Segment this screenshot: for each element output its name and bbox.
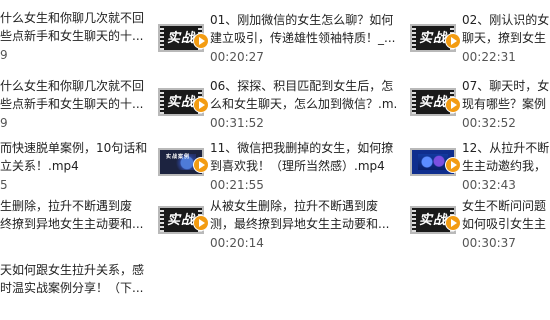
video-duration: 00:22:31 [462, 50, 516, 64]
video-title: 生删除，拉升不断遇到废 [0, 199, 133, 213]
video-title: 天如何跟女生拉升关系，感 [0, 263, 145, 277]
play-icon [194, 98, 208, 112]
video-title: 女生不断问问题 [462, 199, 547, 213]
video-title-line2: 些点新手和女生聊天的十... [0, 29, 144, 43]
video-title-line2: 如何吸引女生主 [462, 217, 547, 231]
video-title: 02、刚认识的女 [462, 13, 550, 27]
video-title-line2: 终撩到异地女生主动要和... [0, 217, 144, 231]
play-icon [446, 158, 460, 172]
thumbnail-logo: 实战 [418, 213, 447, 228]
list-item[interactable]: 实战 06、探探、积目匹配到女生后，怎 么和女生聊天，怎么加到微信？.m... … [158, 78, 398, 132]
thumbnail-logo: 实战案例 [166, 154, 196, 170]
list-item[interactable]: 实战 从被女生删除，拉升不断遇到废 测，最终撩到异地女生主动要和... 00:2… [158, 198, 398, 252]
video-title-line2: 生主动邀约我， [462, 159, 547, 173]
thumbnail-logo: 实战 [418, 31, 447, 46]
list-item[interactable]: 什么女生和你聊几次就不回 些点新手和女生聊天的十... 9 [0, 10, 150, 66]
play-icon [194, 216, 208, 230]
video-title: 什么女生和你聊几次就不回 [0, 79, 145, 93]
list-item[interactable]: 实战 02、刚认识的女 聊天，撩到女生 00:22:31 [410, 12, 550, 66]
thumbnail-logo: 实战 [166, 213, 195, 228]
thumbnail-logo: 实战 [166, 31, 195, 46]
video-title-line2: 时温实战案例分享！（下... [0, 281, 144, 295]
video-duration: 9 [0, 116, 8, 130]
video-title: 01、刚加微信的女生怎么聊？如何 [210, 13, 394, 27]
play-icon [446, 98, 460, 112]
list-item[interactable]: 实战 07、聊天时，女 现有哪些？案例 00:32:52 [410, 78, 550, 132]
video-title-line2: 么和女生聊天，怎么加到微信？.m... [210, 97, 396, 111]
list-item[interactable]: 实战 女生不断问问题 如何吸引女生主 00:30:37 [410, 198, 550, 252]
video-title: 06、探探、积目匹配到女生后，怎 [210, 79, 394, 93]
video-duration: 9 [0, 48, 8, 62]
video-duration: 00:21:55 [210, 178, 264, 192]
video-duration: 00:20:14 [210, 236, 264, 250]
list-item[interactable]: 天如何跟女生拉升关系，感 时温实战案例分享！（下... [0, 262, 150, 302]
video-duration: 00:30:37 [462, 236, 516, 250]
video-title-line2: 些点新手和女生聊天的十... [0, 97, 144, 111]
video-title-line2: 到喜欢我！（理所当然感）.mp4 [210, 159, 385, 173]
list-item[interactable]: 而快速脱单案例，10句话和 立关系！.mp4 5 [0, 140, 150, 196]
video-duration: 00:32:52 [462, 116, 516, 130]
video-title: 11、微信把我删掉的女生，如何撩 [210, 141, 394, 155]
video-title-line2: 测，最终撩到异地女生主动要和... [210, 217, 390, 231]
video-title-line2: 立关系！.mp4 [0, 159, 79, 173]
thumbnail-logo: 实战 [418, 95, 447, 110]
video-duration: 00:31:52 [210, 116, 264, 130]
video-title-line2: 现有哪些？案例 [462, 97, 547, 111]
play-icon [446, 216, 460, 230]
video-title-line2: 建立吸引，传递雄性领袖特质！_... [210, 31, 396, 45]
thumbnail-graphic [418, 154, 448, 170]
play-icon [194, 158, 208, 172]
video-duration: 5 [0, 178, 8, 192]
list-item[interactable]: 实战 01、刚加微信的女生怎么聊？如何 建立吸引，传递雄性领袖特质！_... 0… [158, 12, 398, 66]
video-title: 07、聊天时，女 [462, 79, 550, 93]
play-icon [446, 34, 460, 48]
list-item[interactable]: 生删除，拉升不断遇到废 终撩到异地女生主动要和... [0, 198, 150, 238]
video-title-line2: 聊天，撩到女生 [462, 31, 547, 45]
video-duration: 00:32:43 [462, 178, 516, 192]
thumbnail-logo: 实战 [166, 95, 195, 110]
list-item[interactable]: 什么女生和你聊几次就不回 些点新手和女生聊天的十... 9 [0, 78, 150, 134]
video-title: 从被女生删除，拉升不断遇到废 [210, 199, 379, 213]
video-duration: 00:20:27 [210, 50, 264, 64]
video-title: 什么女生和你聊几次就不回 [0, 11, 145, 25]
video-title: 而快速脱单案例，10句话和 [0, 141, 148, 155]
list-item[interactable]: 12、从拉升不断 生主动邀约我， 00:32:43 [410, 140, 550, 194]
video-title: 12、从拉升不断 [462, 141, 550, 155]
play-icon [194, 34, 208, 48]
list-item[interactable]: 实战案例 11、微信把我删掉的女生，如何撩 到喜欢我！（理所当然感）.mp4 0… [158, 140, 398, 194]
